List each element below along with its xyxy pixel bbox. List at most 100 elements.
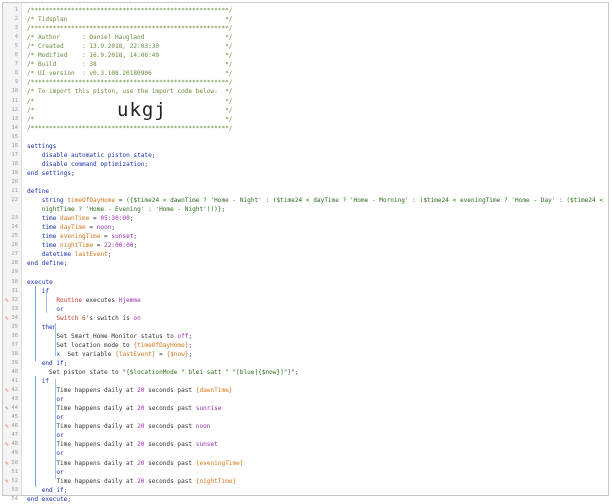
code-token-plain: ;: [63, 260, 68, 268]
code-token-plain: ;: [63, 359, 68, 367]
action-group-guide: [55, 323, 56, 356]
code-token-plain: Time happens daily at: [27, 459, 138, 467]
code-text: Time happens daily at 20 seconds past {d…: [27, 386, 232, 395]
code-line: nightTime ? 'Home - Evening' : 'Home - N…: [3, 205, 607, 214]
code-token-var[interactable]: lastEvent: [75, 251, 108, 258]
code-token-cm: /* Modified : 16.9.2018, 14:06:49 */: [27, 52, 233, 60]
line-number: 23: [11, 215, 19, 222]
code-token-plain: ;: [107, 251, 112, 259]
code-line: 43 or: [3, 395, 607, 404]
code-line: 4 /* Author : Daniel Haugland */: [3, 33, 607, 42]
edit-pencil-icon[interactable]: ✎: [5, 296, 11, 305]
code-token-var[interactable]: {nightTime}: [196, 478, 236, 485]
code-token-kw: or: [56, 396, 64, 404]
code-token-kw: string: [41, 197, 68, 205]
edit-pencil-icon[interactable]: ✎: [5, 314, 11, 323]
code-token-plain: ;: [144, 160, 149, 168]
line-number: 40: [11, 369, 19, 375]
line-number: 28: [11, 260, 19, 267]
edit-pencil-icon[interactable]: ✎: [5, 404, 11, 413]
line-number: 14: [11, 124, 19, 131]
code-token-num: Hjemme: [118, 296, 141, 304]
code-token-cm: /***************************************…: [27, 7, 233, 14]
import-code: ukgj: [117, 99, 167, 121]
code-text: end execute;: [27, 495, 71, 504]
code-token-kw: or: [56, 414, 64, 422]
code-line: 3 /**************************************…: [3, 24, 607, 33]
code-token-plain: Set variable: [60, 350, 116, 358]
code-line: 34 ✎ Switch 6's switch is on: [3, 314, 607, 323]
code-line: 16 settings: [3, 142, 607, 151]
code-token-var[interactable]: dawnTime: [60, 215, 89, 222]
code-line: 53 end if;: [3, 486, 607, 495]
code-token-num: sunset: [111, 233, 134, 241]
code-token-plain: Time happens daily at: [27, 387, 138, 395]
code-token-var[interactable]: {timeOfDayHome}: [133, 342, 188, 349]
code-token-plain: seconds past: [144, 405, 196, 413]
code-token-str: {$locationMode " blei satt " "[blue|{$no…: [126, 369, 292, 376]
code-token-num: 05:30:00: [100, 215, 130, 223]
line-number: 36: [11, 332, 19, 339]
line-number: 12: [11, 106, 19, 113]
code-text: end define;: [27, 259, 67, 268]
edit-pencil-icon[interactable]: ✎: [5, 386, 11, 395]
code-text: /* Created : 13.9.2018, 22:03:30 */: [27, 42, 232, 51]
edit-pencil-icon[interactable]: ✎: [5, 440, 11, 449]
line-number: 2: [14, 16, 18, 23]
code-token-fn[interactable]: Switch 6: [56, 315, 85, 322]
edit-pencil-icon[interactable]: ✎: [5, 459, 11, 468]
code-token-kw: end settings: [27, 169, 72, 177]
code-token-num: sunset: [195, 441, 218, 449]
code-token-var[interactable]: dayTime: [60, 224, 86, 231]
code-line: 19 end settings;: [3, 169, 607, 178]
code-line: 11/* */: [3, 97, 607, 106]
code-token-var[interactable]: {dawnTime}: [196, 387, 233, 394]
line-number: 49: [11, 450, 19, 457]
edit-pencil-icon[interactable]: ✎: [5, 422, 11, 431]
line-number: 3: [14, 25, 18, 32]
code-token-var[interactable]: {eveningTime}: [196, 460, 244, 467]
line-number: 1: [14, 7, 18, 13]
code-token-var[interactable]: timeOfDayHome: [67, 197, 115, 204]
code-token-str: ({$time24 < dawnTime ? 'Home - Night' : …: [126, 197, 604, 205]
line-number: 13: [11, 115, 19, 122]
code-text: Set piston state to "{$locationMode " bl…: [27, 368, 299, 377]
code-line: 20: [3, 178, 607, 187]
code-token-var[interactable]: {$now}: [166, 351, 188, 358]
code-line: 27 datetime lastEvent;: [3, 250, 607, 259]
line-number: 5: [14, 43, 18, 50]
line-number: 7: [14, 61, 18, 68]
code-line: 32 ✎ Routine executes Hjemme: [3, 296, 607, 305]
code-token-plain: Time happens daily at: [27, 477, 138, 485]
code-line: 49 or: [3, 449, 607, 458]
code-text: Time happens daily at 20 seconds past su…: [27, 404, 221, 413]
code-text: /***************************************…: [27, 24, 232, 33]
code-token-plain: ;: [188, 350, 193, 358]
code-token-kw: define: [27, 188, 50, 195]
edit-pencil-icon[interactable]: ✎: [5, 477, 11, 486]
code-line: 52 ✎ Time happens daily at 20 seconds pas…: [3, 477, 607, 486]
code-line: 47 or: [3, 431, 607, 440]
code-token-var[interactable]: eveningTime: [60, 233, 100, 240]
line-number: 22: [11, 197, 19, 204]
code-text: Routine executes Hjemme: [27, 296, 141, 305]
code-token-var[interactable]: nightTime: [60, 242, 93, 249]
code-line: 46 ✎ Time happens daily at 20 seconds pas…: [3, 422, 607, 431]
if-block-guide: [35, 286, 36, 361]
code-line: 8 /* UI version : v0.3.108.20180906 */: [3, 69, 607, 78]
code-token-plain: ;: [67, 495, 72, 503]
code-text: /***************************************…: [27, 78, 232, 87]
code-token-fn[interactable]: Routine: [56, 297, 82, 304]
line-number: 15: [11, 133, 19, 140]
code-text: end if;: [27, 486, 68, 495]
code-line: 37 Set location mode to {timeOfDayHome};: [3, 341, 607, 350]
code-token-var[interactable]: {lastEvent}: [115, 351, 155, 358]
code-line: 25 time eveningTime = sunset;: [3, 232, 607, 241]
code-text: or: [27, 395, 64, 404]
